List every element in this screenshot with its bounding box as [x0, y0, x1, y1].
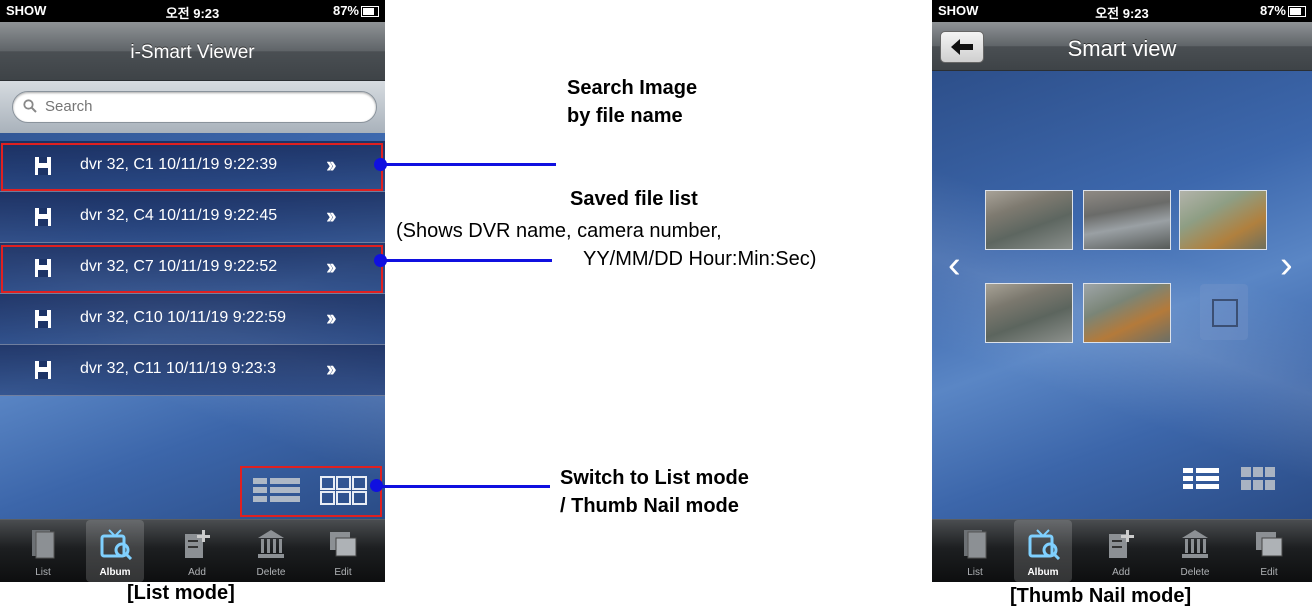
- battery-icon: [1288, 6, 1306, 17]
- floppy-icon: [35, 208, 51, 226]
- nav-bar: i-Smart Viewer: [0, 22, 385, 81]
- album-icon: [1028, 529, 1061, 560]
- add-icon: [1109, 530, 1134, 558]
- search-field[interactable]: [12, 91, 377, 123]
- file-list-item[interactable]: dvr 32, C10 10/11/19 9:22:59 ››: [0, 294, 385, 345]
- previous-page-icon[interactable]: ‹: [948, 244, 961, 287]
- list-icon: [32, 530, 55, 559]
- thumbnail-image[interactable]: [985, 190, 1073, 250]
- annotation-saved-title: Saved file list: [570, 188, 698, 210]
- delete-icon: [258, 530, 284, 558]
- thumbnail-mode-phone: SHOW 오전 9:23 87% Smart view ‹ › List Alb…: [932, 0, 1312, 582]
- annotation-saved-line1: (Shows DVR name, camera number,: [396, 220, 722, 242]
- tab-label: Add: [188, 567, 206, 578]
- caption-list-mode: [List mode]: [127, 582, 235, 604]
- file-name: dvr 32, C11 10/11/19 9:23:3: [80, 360, 276, 377]
- page-title: Smart view: [1067, 36, 1177, 61]
- empty-thumbnail-slot: [1200, 284, 1248, 340]
- annotation-text: / Thumb Nail mode: [560, 495, 739, 517]
- tab-bar: List Album Add Delete Edit: [932, 519, 1312, 582]
- search-input[interactable]: [43, 97, 247, 116]
- tab-label: Edit: [334, 567, 352, 578]
- annotation-switch: Switch to List mode / Thumb Nail mode: [560, 464, 749, 520]
- edit-icon: [330, 532, 357, 557]
- tab-edit[interactable]: Edit: [314, 520, 372, 582]
- list-view-toggle-icon[interactable]: [1182, 467, 1220, 489]
- thumbnail-image[interactable]: [1179, 190, 1267, 250]
- highlight-box: [1, 143, 383, 191]
- tab-label: Delete: [256, 567, 286, 578]
- callout-line: [376, 485, 550, 488]
- tab-bar: List Album Add Delete Edit: [0, 519, 385, 582]
- next-page-icon[interactable]: ›: [1280, 244, 1293, 287]
- thumbnail-view-toggle-icon[interactable]: [1240, 466, 1276, 492]
- thumbnail-image[interactable]: [985, 283, 1073, 343]
- status-time: 오전 9:23: [1095, 6, 1149, 21]
- tab-label: Edit: [1260, 567, 1278, 578]
- battery-percent: 87%: [1259, 3, 1286, 18]
- thumbnail-image[interactable]: [1083, 190, 1171, 250]
- tab-list[interactable]: List: [946, 520, 1004, 582]
- tab-label: Album: [99, 567, 131, 578]
- annotation-saved-line2: YY/MM/DD Hour:Min:Sec): [583, 248, 817, 270]
- nav-bar: Smart view: [932, 22, 1312, 71]
- tab-label: List: [967, 567, 983, 578]
- tab-add[interactable]: Add: [1092, 520, 1150, 582]
- tab-album[interactable]: Album: [1014, 520, 1072, 582]
- tab-label: Add: [1112, 567, 1130, 578]
- status-bar: SHOW 오전 9:23 87%: [0, 0, 385, 22]
- search-icon: [23, 99, 37, 113]
- file-name: dvr 32, C4 10/11/19 9:22:45: [80, 207, 278, 224]
- tab-label: List: [35, 567, 51, 578]
- highlight-box: [240, 466, 382, 517]
- tab-list[interactable]: List: [14, 520, 72, 582]
- disclosure-chevron-icon: ››: [326, 305, 336, 330]
- tab-label: Album: [1027, 567, 1059, 578]
- annotation-search: Search Image by file name: [567, 74, 697, 130]
- tab-delete[interactable]: Delete: [1166, 520, 1224, 582]
- thumbnail-image[interactable]: [1083, 283, 1171, 343]
- highlight-box: [1, 245, 383, 293]
- floppy-icon: [35, 361, 51, 379]
- tab-label: Delete: [1180, 567, 1210, 578]
- search-bar: [0, 81, 385, 133]
- disclosure-chevron-icon: ››: [326, 203, 336, 228]
- list-icon: [964, 530, 987, 559]
- tab-add[interactable]: Add: [168, 520, 226, 582]
- annotation-text: Search Image: [567, 77, 698, 99]
- annotation-text: Switch to List mode: [560, 467, 749, 489]
- add-icon: [185, 530, 210, 558]
- caption-thumbnail-mode: [Thumb Nail mode]: [1010, 585, 1192, 607]
- tab-album[interactable]: Album: [86, 520, 144, 582]
- callout-line: [380, 163, 556, 166]
- file-list-item[interactable]: dvr 32, C4 10/11/19 9:22:45 ››: [0, 192, 385, 243]
- tab-edit[interactable]: Edit: [1240, 520, 1298, 582]
- battery-percent: 87%: [332, 3, 359, 18]
- battery-icon: [361, 6, 379, 17]
- edit-icon: [1256, 532, 1283, 557]
- album-icon: [100, 529, 133, 560]
- file-list-item[interactable]: dvr 32, C11 10/11/19 9:23:3 ››: [0, 345, 385, 396]
- callout-line: [380, 259, 552, 262]
- disclosure-chevron-icon: ››: [326, 356, 336, 381]
- status-bar: SHOW 오전 9:23 87%: [932, 0, 1312, 22]
- delete-icon: [1182, 530, 1208, 558]
- page-title: i-Smart Viewer: [130, 42, 255, 63]
- annotation-text: by file name: [567, 105, 683, 127]
- file-name: dvr 32, C10 10/11/19 9:22:59: [80, 309, 287, 326]
- status-time: 오전 9:23: [165, 6, 220, 21]
- tab-delete[interactable]: Delete: [242, 520, 300, 582]
- floppy-icon: [35, 310, 51, 328]
